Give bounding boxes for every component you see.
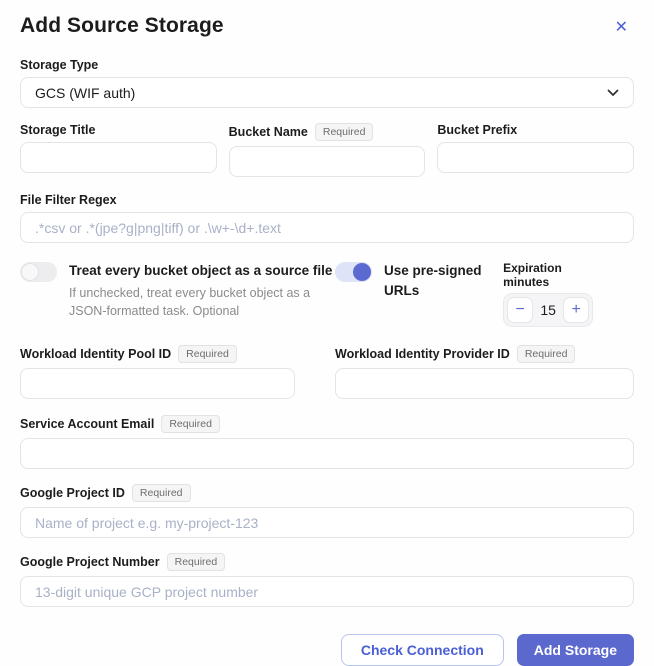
required-badge: Required: [517, 345, 576, 363]
service-account-email-input[interactable]: [20, 438, 634, 469]
increment-button[interactable]: +: [563, 297, 589, 323]
file-filter-regex-input[interactable]: [20, 212, 634, 243]
storage-type-label: Storage Type: [20, 58, 634, 72]
bucket-name-input[interactable]: [229, 146, 426, 177]
toggle-knob: [353, 263, 371, 281]
storage-type-select[interactable]: GCS (WIF auth): [20, 77, 634, 108]
google-project-id-section: Google Project ID Required: [20, 484, 634, 538]
storage-title-label: Storage Title: [20, 123, 217, 137]
treat-object-toggle-label: Treat every bucket object as a source fi…: [69, 261, 332, 281]
workload-identity-provider-field: Workload Identity Provider ID Required: [335, 345, 634, 399]
workload-identity-pool-input[interactable]: [20, 368, 295, 399]
file-filter-section: File Filter Regex: [20, 193, 634, 243]
workload-identity-pool-label: Workload Identity Pool ID Required: [20, 345, 295, 363]
treat-object-toggle-group: Treat every bucket object as a source fi…: [20, 261, 335, 327]
required-badge: Required: [167, 553, 226, 571]
expiration-minutes-value[interactable]: 15: [533, 302, 563, 318]
workload-identity-provider-label: Workload Identity Provider ID Required: [335, 345, 634, 363]
google-project-number-section: Google Project Number Required: [20, 553, 634, 607]
storage-type-value: GCS (WIF auth): [35, 85, 135, 101]
storage-title-field: Storage Title: [20, 123, 217, 177]
google-project-id-label: Google Project ID Required: [20, 484, 634, 502]
presigned-urls-group: Use pre-signed URLs Expiration minutes −…: [335, 261, 634, 327]
bucket-prefix-label: Bucket Prefix: [437, 123, 634, 137]
required-badge: Required: [178, 345, 237, 363]
bucket-prefix-field: Bucket Prefix: [437, 123, 634, 177]
toggle-knob: [21, 263, 39, 281]
workload-identity-row: Workload Identity Pool ID Required Workl…: [20, 345, 634, 399]
check-connection-button[interactable]: Check Connection: [341, 634, 504, 666]
chevron-down-icon: [607, 89, 619, 97]
toggles-row: Treat every bucket object as a source fi…: [20, 261, 634, 327]
service-account-email-section: Service Account Email Required: [20, 415, 634, 469]
dialog-header: Add Source Storage ✕: [20, 14, 634, 40]
bucket-prefix-input[interactable]: [437, 142, 634, 173]
service-account-email-label: Service Account Email Required: [20, 415, 634, 433]
bucket-fields-row: Storage Title Bucket Name Required Bucke…: [20, 123, 634, 177]
bucket-name-field: Bucket Name Required: [229, 123, 426, 177]
google-project-number-label: Google Project Number Required: [20, 553, 634, 571]
expiration-minutes-field: Expiration minutes − 15 +: [503, 261, 601, 327]
storage-type-section: Storage Type GCS (WIF auth): [20, 58, 634, 108]
page-title: Add Source Storage: [20, 14, 224, 38]
google-project-number-input[interactable]: [20, 576, 634, 607]
decrement-button[interactable]: −: [507, 297, 533, 323]
google-project-id-input[interactable]: [20, 507, 634, 538]
treat-object-toggle-help: If unchecked, treat every bucket object …: [69, 284, 319, 320]
workload-identity-provider-input[interactable]: [335, 368, 634, 399]
presigned-urls-toggle-label: Use pre-signed URLs: [384, 261, 503, 301]
file-filter-regex-label: File Filter Regex: [20, 193, 634, 207]
workload-identity-pool-field: Workload Identity Pool ID Required: [20, 345, 295, 399]
treat-object-toggle[interactable]: [20, 262, 57, 282]
expiration-minutes-stepper: − 15 +: [503, 293, 593, 327]
bucket-name-label: Bucket Name Required: [229, 123, 426, 141]
add-storage-button[interactable]: Add Storage: [517, 634, 634, 666]
required-badge: Required: [132, 484, 191, 502]
expiration-minutes-label: Expiration minutes: [503, 261, 601, 289]
close-icon[interactable]: ✕: [609, 16, 634, 40]
required-badge: Required: [161, 415, 220, 433]
required-badge: Required: [315, 123, 374, 141]
dialog-footer: Check Connection Add Storage: [20, 634, 634, 666]
storage-title-input[interactable]: [20, 142, 217, 173]
presigned-urls-toggle[interactable]: [335, 262, 372, 282]
